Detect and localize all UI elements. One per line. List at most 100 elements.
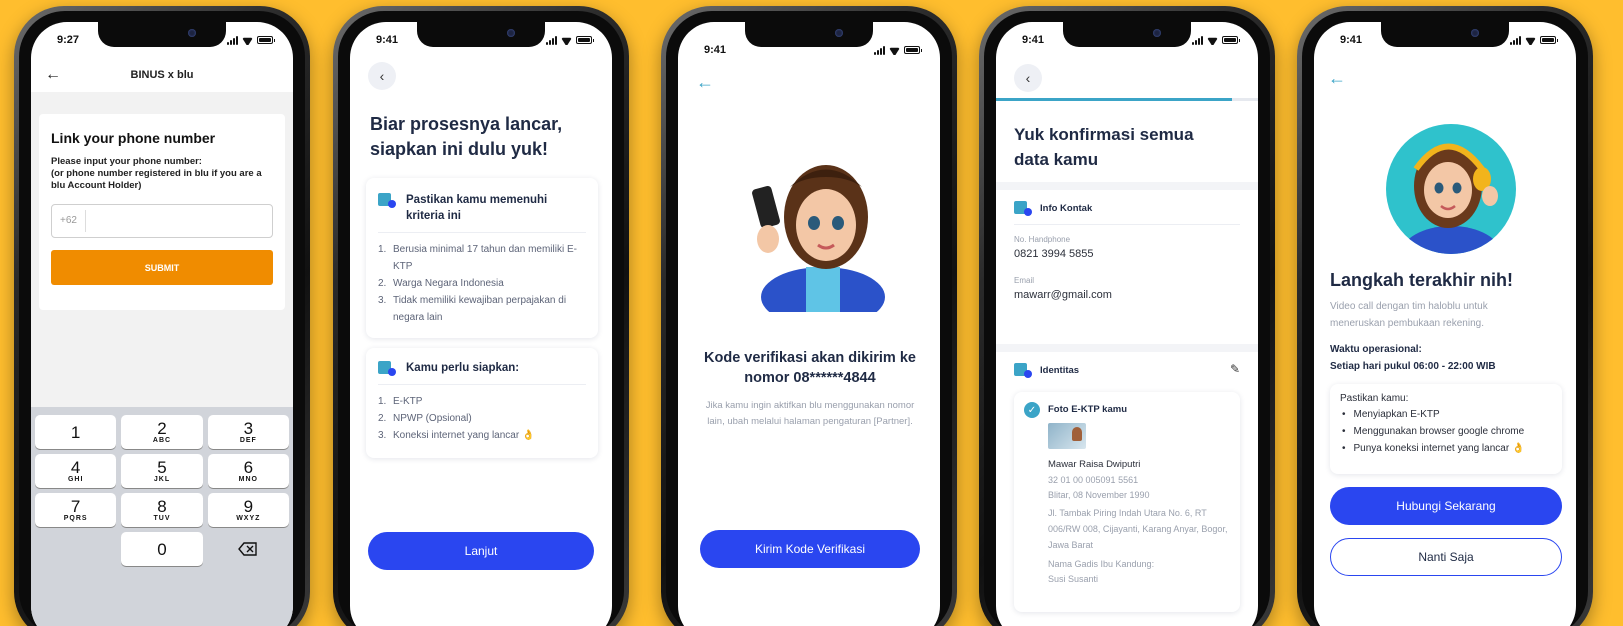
- notch: [98, 22, 226, 47]
- character-illustration: [738, 147, 888, 327]
- keypad-row: 4 GHI 5 JKL 6 MNO: [35, 454, 289, 488]
- ensure-label: Pastikan kamu:: [1340, 393, 1409, 404]
- list-item: 3. Koneksi internet yang lancar 👌: [378, 430, 535, 441]
- mother-label: Nama Gadis Ibu Kandung:: [1048, 559, 1155, 569]
- card-title: Link your phone number: [51, 130, 216, 146]
- key-digit: 9: [243, 497, 254, 516]
- contact-now-button[interactable]: Hubungi Sekarang: [1330, 487, 1562, 525]
- signal-icon: [1192, 35, 1203, 45]
- prep-title: Kamu perlu siapkan:: [406, 362, 520, 374]
- progress-fill: [996, 98, 1232, 101]
- send-code-button[interactable]: Kirim Kode Verifikasi: [700, 530, 920, 568]
- key-digit: 0: [157, 539, 167, 559]
- key-9[interactable]: 9 WXYZ: [207, 493, 289, 527]
- ktp-birth: Blitar, 08 November 1990: [1048, 490, 1150, 500]
- check-circle-icon: ✓: [1024, 402, 1040, 418]
- submit-button[interactable]: SUBMIT: [51, 250, 273, 285]
- signal-icon: [227, 35, 238, 45]
- key-digit: 8: [157, 497, 167, 516]
- key-digit: 5: [157, 458, 167, 477]
- key-3[interactable]: 3 DEF: [207, 415, 289, 449]
- back-arrow-icon[interactable]: ←: [45, 66, 61, 84]
- key-letters: ABC: [152, 437, 172, 444]
- list-item: Menyiapkan E-KTP: [1340, 406, 1552, 423]
- key-7[interactable]: 7 PQRS: [35, 493, 117, 527]
- verification-title: Kode verifikasi akan dikirim ke nomor 08…: [704, 350, 916, 386]
- contact-card-icon: [1014, 200, 1032, 216]
- key-digit: 2: [157, 419, 167, 438]
- notch: [745, 22, 873, 47]
- verification-desc: Jika kamu ingin aktifkan blu menggunakan…: [705, 400, 915, 427]
- phone-prefix: +62: [52, 210, 86, 232]
- list-item: 1. E-KTP: [378, 396, 423, 407]
- identity-section: Identitas ✎ ✓ Foto E-KTP kamu Mawar Rais…: [1014, 362, 1240, 612]
- key-8[interactable]: 8 TUV: [121, 493, 203, 527]
- link-card: Link your phone number Please input your…: [39, 114, 285, 310]
- back-arrow-icon[interactable]: ←: [1328, 68, 1346, 89]
- keypad-row: 0: [35, 532, 289, 566]
- hours-value: Setiap hari pukul 06:00 - 22:00 WIB: [1330, 361, 1496, 372]
- status-time: 9:41: [1340, 34, 1363, 46]
- hours-label: Waktu operasional:: [1330, 344, 1422, 355]
- phone-label: No. Handphone: [1014, 235, 1071, 244]
- key-5[interactable]: 5 JKL: [121, 454, 203, 488]
- battery-icon: [1540, 36, 1558, 44]
- status-time: 9:41: [1022, 34, 1045, 46]
- ensure-list: Menyiapkan E-KTP Menggunakan browser goo…: [1340, 406, 1552, 457]
- phone-value: 0821 3994 5855: [1014, 248, 1094, 260]
- battery-icon: [904, 46, 922, 54]
- key-digit: 1: [70, 422, 81, 442]
- keypad-row: 7 PQRS 8 TUV 9 WXYZ: [35, 493, 289, 527]
- instruction-text: Please input your phone number:: [51, 156, 202, 167]
- key-letters: PQRS: [63, 515, 88, 522]
- status-time: 9:41: [376, 34, 399, 46]
- battery-icon: [1222, 36, 1240, 44]
- checklist-icon: [378, 360, 396, 376]
- phone-frame-3: 9:41 ← Kode verifikasi akan dikirim ke n…: [661, 6, 957, 626]
- notch: [1381, 22, 1509, 47]
- key-1[interactable]: 1: [35, 415, 117, 449]
- key-digit: 7: [70, 497, 81, 516]
- key-digit: 4: [70, 458, 81, 477]
- contact-title: Info Kontak: [1040, 202, 1093, 214]
- criteria-list: 1. Berusia minimal 17 tahun dan memiliki …: [378, 241, 586, 326]
- wifi-icon: [889, 46, 900, 55]
- back-chevron-icon[interactable]: ‹: [1014, 64, 1042, 92]
- screen-prep: 9:41 ‹ Biar prosesnya lancar, siapkan in…: [350, 22, 612, 626]
- key-0[interactable]: 0: [121, 532, 203, 566]
- continue-button[interactable]: Lanjut: [368, 532, 594, 570]
- signal-icon: [546, 35, 557, 45]
- criteria-card: Pastikan kamu memenuhi kriteria ini 1. Be…: [366, 178, 598, 338]
- phone-frame-4: 9:41 ‹ Yuk konfirmasi semua data kamu In…: [979, 6, 1275, 626]
- instruction-subtext: (or phone number registered in blu if yo…: [51, 168, 262, 191]
- document-check-icon: [378, 192, 396, 208]
- page-title: Biar prosesnya lancar, siapkan ini dulu …: [370, 114, 563, 159]
- battery-icon: [257, 36, 275, 44]
- ktp-name: Mawar Raisa Dwiputri: [1048, 459, 1141, 470]
- back-arrow-icon[interactable]: ←: [696, 72, 714, 93]
- backspace-icon[interactable]: [208, 532, 289, 566]
- key-digit: 6: [243, 458, 254, 477]
- identity-title: Identitas: [1040, 364, 1080, 376]
- page-title: Yuk konfirmasi semua data kamu: [1014, 125, 1194, 169]
- content-area: Link your phone number Please input your…: [31, 92, 293, 407]
- app-header: ← BINUS x blu: [31, 58, 293, 92]
- key-4[interactable]: 4 GHI: [35, 454, 117, 488]
- later-button[interactable]: Nanti Saja: [1330, 538, 1562, 576]
- prep-list: 1. E-KTP 2. NPWP (Opsional) 3. Koneksi inte…: [378, 393, 586, 444]
- phone-input[interactable]: +62: [51, 204, 273, 238]
- key-2[interactable]: 2 ABC: [121, 415, 203, 449]
- back-chevron-icon[interactable]: ‹: [368, 62, 396, 90]
- list-item: 3. Tidak memiliki kewajiban perpajakan di…: [378, 295, 567, 323]
- ktp-nik: 32 01 00 005091 5561: [1048, 475, 1139, 485]
- edit-pencil-icon[interactable]: ✎: [1230, 362, 1240, 376]
- notch: [417, 22, 545, 47]
- key-letters: MNO: [238, 476, 258, 483]
- notch: [1063, 22, 1191, 47]
- key-letters: GHI: [67, 476, 84, 483]
- key-6[interactable]: 6 MNO: [207, 454, 289, 488]
- email-value: mawarr@gmail.com: [1014, 289, 1112, 301]
- ktp-card: ✓ Foto E-KTP kamu Mawar Raisa Dwiputri 3…: [1014, 392, 1240, 612]
- list-item: Punya koneksi internet yang lancar 👌: [1340, 440, 1552, 457]
- screen-link-phone: 9:27 ← BINUS x blu Link your phone numbe…: [31, 22, 293, 626]
